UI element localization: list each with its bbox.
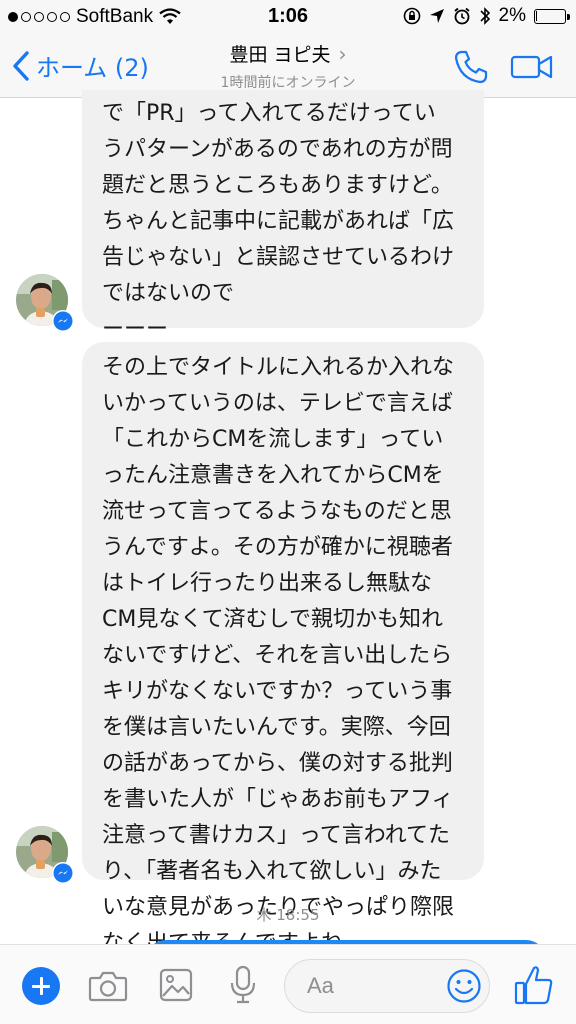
- message-line: を書いた人が「じゃあお前もアフィ: [102, 787, 454, 812]
- message-line: 注意って書けカス」って言われてた: [102, 823, 451, 848]
- bluetooth-icon: [479, 7, 490, 25]
- conversation-header: ホーム (2) 豊田 ヨピ夫 › 1時間前にオンライン: [0, 34, 576, 98]
- status-bar: SoftBank 1:06 2%: [0, 0, 576, 34]
- composer-bar: Aa: [0, 944, 576, 1024]
- message-bubble[interactable]: で「PR」って入れてるだけってい うパターンがあるのであれの方が問 題だと思うと…: [82, 90, 484, 342]
- message-line: ったん注意書きを入れてからCMを: [102, 463, 444, 488]
- battery-icon: [534, 8, 570, 24]
- microphone-icon[interactable]: [228, 965, 258, 1005]
- alarm-icon: [453, 7, 470, 25]
- message-line: うんですよ。その方が確かに視聴者: [102, 535, 453, 560]
- thumbs-up-icon[interactable]: [514, 963, 554, 1007]
- smiley-icon[interactable]: [446, 968, 482, 1004]
- message-line: はトイレ行ったり出来るし無駄な: [102, 571, 433, 596]
- video-camera-icon[interactable]: [510, 52, 554, 82]
- message-bubble[interactable]: その上でタイトルに入れるか入れな いかっていうのは、テレビで言えば 「これからC…: [82, 342, 484, 956]
- message-line: いかっていうのは、テレビで言えば: [102, 391, 453, 416]
- camera-icon[interactable]: [88, 969, 128, 1003]
- message-input-placeholder: Aa: [307, 973, 334, 998]
- message-line: ちゃんと記事中に記載があれば「広: [102, 209, 455, 234]
- message-line: の話があってから、僕の対する批判: [102, 751, 453, 776]
- rotation-lock-icon: [403, 7, 420, 25]
- message-line: で「PR」って入れてるだけってい: [102, 101, 436, 126]
- message-line: 告じゃない」と誤認させているわけ: [102, 245, 455, 270]
- message-line: うパターンがあるのであれの方が問: [102, 137, 453, 162]
- message-line: CM見なくて済むしで親切かも知れ: [102, 607, 444, 632]
- messenger-badge-icon: [52, 862, 74, 884]
- message-line: を僕は言いたいんです。実際、今回: [102, 715, 451, 740]
- battery-percent: 2%: [498, 5, 526, 26]
- message-line: その上でタイトルに入れるか入れな: [102, 355, 455, 380]
- gallery-icon[interactable]: [158, 967, 194, 1003]
- message-line: 「これからCMを流します」ってい: [102, 427, 444, 452]
- message-line: ではないので: [102, 281, 235, 306]
- message-line: ないですけど、それを言い出したら: [102, 643, 453, 668]
- message-line: 題だと思うところもありますけど。: [102, 173, 453, 198]
- phone-icon[interactable]: [452, 48, 490, 86]
- location-icon: [429, 9, 444, 23]
- message-timestamp: 木 18:55: [256, 906, 320, 924]
- chevron-right-icon: ›: [338, 41, 347, 66]
- messenger-badge-icon: [52, 310, 74, 332]
- plus-icon[interactable]: [22, 967, 60, 1005]
- message-line: キリがなくないですか？っていう事: [102, 679, 453, 704]
- status-icons: 2%: [403, 5, 570, 27]
- contact-name: 豊田 ヨピ夫: [229, 44, 331, 66]
- message-line: 流せって言ってるようなものだと思: [102, 499, 452, 524]
- message-line: り、「著者名も入れて欲しい」みた: [102, 859, 442, 884]
